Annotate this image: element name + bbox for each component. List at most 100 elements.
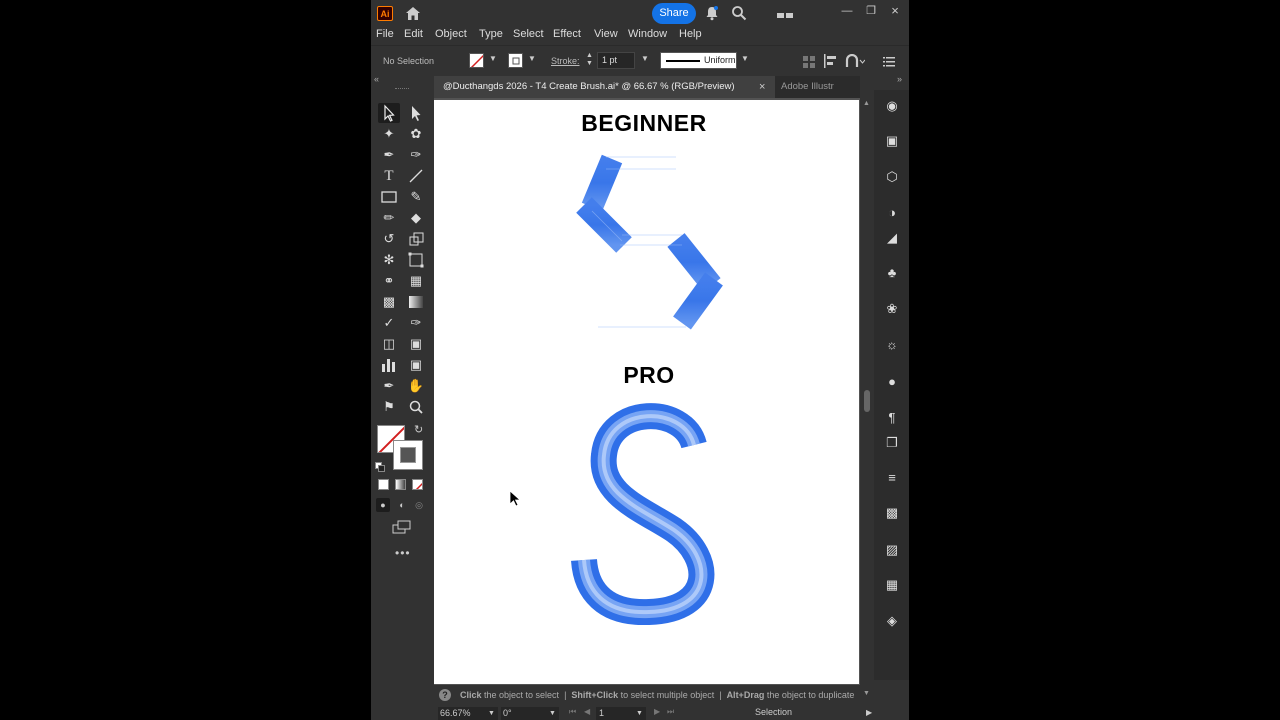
3d-panel-icon[interactable]: ⬡ [882, 167, 902, 187]
gradient-swatch-panel-icon[interactable]: ▩ [882, 503, 902, 523]
stroke-color-box[interactable] [393, 440, 423, 470]
artboard-dropdown-icon[interactable]: ▼ [636, 707, 643, 720]
rotation-field[interactable]: 0° ▼ [501, 707, 559, 720]
menu-view[interactable]: View [594, 26, 618, 42]
canvas-area[interactable]: BEGINNER PRO [434, 98, 860, 685]
search-icon[interactable] [731, 5, 747, 21]
curvature-tool-icon[interactable]: ✑ [405, 145, 427, 165]
color-panel-icon[interactable]: ◉ [882, 96, 902, 116]
last-artboard-icon[interactable]: ⏭ [667, 707, 674, 717]
warp-tool-icon[interactable]: ✻ [378, 250, 400, 270]
menu-type[interactable]: Type [479, 26, 503, 42]
align-grid-icon[interactable] [803, 55, 815, 68]
mesh-tool-icon[interactable]: ▩ [378, 292, 400, 312]
menu-window[interactable]: Window [628, 26, 667, 42]
stroke-stepper-icon[interactable]: ▲ ▼ [586, 52, 593, 68]
collapse-panel-icon[interactable]: « [374, 74, 379, 84]
restore-icon[interactable]: ❐ [861, 3, 881, 19]
image-trace-panel-icon[interactable]: ▨ [882, 540, 902, 560]
menu-select[interactable]: Select [513, 26, 544, 42]
shape-builder-tool-icon[interactable]: ⚭ [378, 271, 400, 291]
menu-effect[interactable]: Effect [553, 26, 581, 42]
right-dock-collapse-icon[interactable]: » [897, 74, 902, 84]
tab-active-document[interactable]: @Ducthangds 2026 - T4 Create Brush.ai* @… [434, 76, 775, 98]
close-icon[interactable]: × [885, 3, 905, 19]
brushes-panel-icon[interactable]: ❀ [882, 299, 902, 319]
color-guide-panel-icon[interactable]: ◑ [882, 203, 902, 223]
stroke-label[interactable]: Stroke: [551, 46, 580, 76]
direct-selection-tool-icon[interactable] [405, 103, 427, 123]
scroll-up-icon[interactable]: ▲ [863, 100, 870, 107]
control-menu-icon[interactable] [883, 55, 895, 67]
paintbrush-tool-icon[interactable]: ✎ [405, 187, 427, 207]
vertical-scrollbar[interactable]: ▲ ▼ [861, 98, 873, 697]
zoom-field[interactable]: 66.67% ▼ [438, 707, 498, 720]
eraser-tool-icon[interactable]: ◆ [405, 208, 427, 228]
rectangle-tool-icon[interactable] [378, 187, 400, 207]
profile-dropdown-icon[interactable]: ▼ [741, 54, 749, 63]
scroll-thumb[interactable] [864, 390, 870, 412]
color-mode-icon[interactable] [378, 479, 389, 490]
swap-fill-stroke-icon[interactable]: ↻ [414, 423, 423, 436]
column-graph-tool-icon[interactable] [378, 355, 400, 375]
eyedropper-tool-icon[interactable]: ✑ [405, 313, 427, 333]
bell-icon[interactable] [704, 5, 720, 21]
eyedropper-blend-tool-icon[interactable]: ✓ [378, 313, 400, 333]
pathfinder-panel-icon[interactable]: ❐ [882, 433, 902, 453]
artboard-number-field[interactable]: 1 ▼ [596, 707, 646, 720]
pen-tool-icon[interactable]: ✒ [378, 145, 400, 165]
first-artboard-icon[interactable]: ⏮ [569, 707, 576, 717]
status-menu-icon[interactable]: ▶ [866, 708, 872, 717]
libraries-panel-icon[interactable]: ▣ [882, 131, 902, 151]
gradient-panel-icon[interactable]: ◢ [882, 228, 902, 248]
symbols-panel-icon[interactable]: ♣ [882, 263, 902, 283]
menu-file[interactable]: File [376, 26, 394, 42]
default-fill-stroke-icon[interactable] [375, 459, 385, 472]
appearance-panel-icon[interactable]: ☼ [882, 335, 902, 355]
lasso-tool-icon[interactable]: ✿ [405, 124, 427, 144]
zoom-dropdown-icon[interactable]: ▼ [488, 707, 495, 720]
scale-tool-icon[interactable] [405, 229, 427, 249]
align-left-icon[interactable] [823, 54, 837, 68]
artboard[interactable]: BEGINNER PRO [434, 100, 859, 684]
zoom-tool-icon[interactable] [405, 397, 427, 417]
live-paint-selection-tool-icon[interactable]: ▣ [405, 334, 427, 354]
transform-panel-icon[interactable]: ▦ [882, 575, 902, 595]
minimize-icon[interactable]: — [837, 3, 857, 19]
stroke-dropdown-icon[interactable]: ▼ [528, 54, 536, 63]
draw-inside-icon[interactable]: ◎ [412, 498, 426, 512]
help-icon[interactable]: ? [439, 689, 451, 701]
share-button[interactable]: Share [652, 3, 696, 24]
fill-swatch[interactable] [469, 53, 484, 68]
type-tool-icon[interactable]: T [378, 166, 400, 186]
hand-tool-icon[interactable]: ✋ [405, 376, 427, 396]
gradient-tool-icon[interactable] [405, 292, 427, 312]
home-icon[interactable] [404, 5, 422, 21]
line-segment-tool-icon[interactable] [405, 166, 427, 186]
tab-other-document[interactable]: Adobe Illustr [775, 76, 860, 98]
artboard-tool-icon[interactable]: ▣ [405, 355, 427, 375]
magic-wand-tool-icon[interactable]: ✦ [378, 124, 400, 144]
snap-magnet-icon[interactable] [845, 53, 866, 68]
paragraph-panel-icon[interactable]: ¶ [882, 408, 902, 428]
menu-help[interactable]: Help [679, 26, 702, 42]
draw-behind-icon[interactable]: ◐ [395, 498, 409, 512]
shaper-tool-icon[interactable]: ✏ [378, 208, 400, 228]
align-panel-icon[interactable]: ≡ [882, 468, 902, 488]
layers-panel-icon[interactable]: ◈ [882, 611, 902, 631]
rotation-dropdown-icon[interactable]: ▼ [549, 707, 556, 720]
screen-mode-icon[interactable] [392, 520, 412, 534]
fill-dropdown-icon[interactable]: ▼ [489, 54, 497, 63]
gradient-mode-icon[interactable] [395, 479, 406, 490]
live-paint-bucket-tool-icon[interactable]: ◫ [378, 334, 400, 354]
stroke-swatch[interactable] [508, 53, 523, 68]
next-artboard-icon[interactable]: ▶ [654, 707, 660, 716]
stroke-weight-field[interactable]: 1 pt [597, 52, 635, 69]
selection-tool-icon[interactable] [378, 103, 400, 123]
variable-width-profile[interactable]: Uniform [660, 52, 737, 69]
workspace-switcher-icon[interactable] [776, 8, 794, 18]
none-mode-icon[interactable] [412, 479, 423, 490]
slice-tool-icon[interactable]: ✒ [378, 376, 400, 396]
menu-object[interactable]: Object [435, 26, 467, 42]
prev-artboard-icon[interactable]: ◀ [584, 707, 590, 716]
